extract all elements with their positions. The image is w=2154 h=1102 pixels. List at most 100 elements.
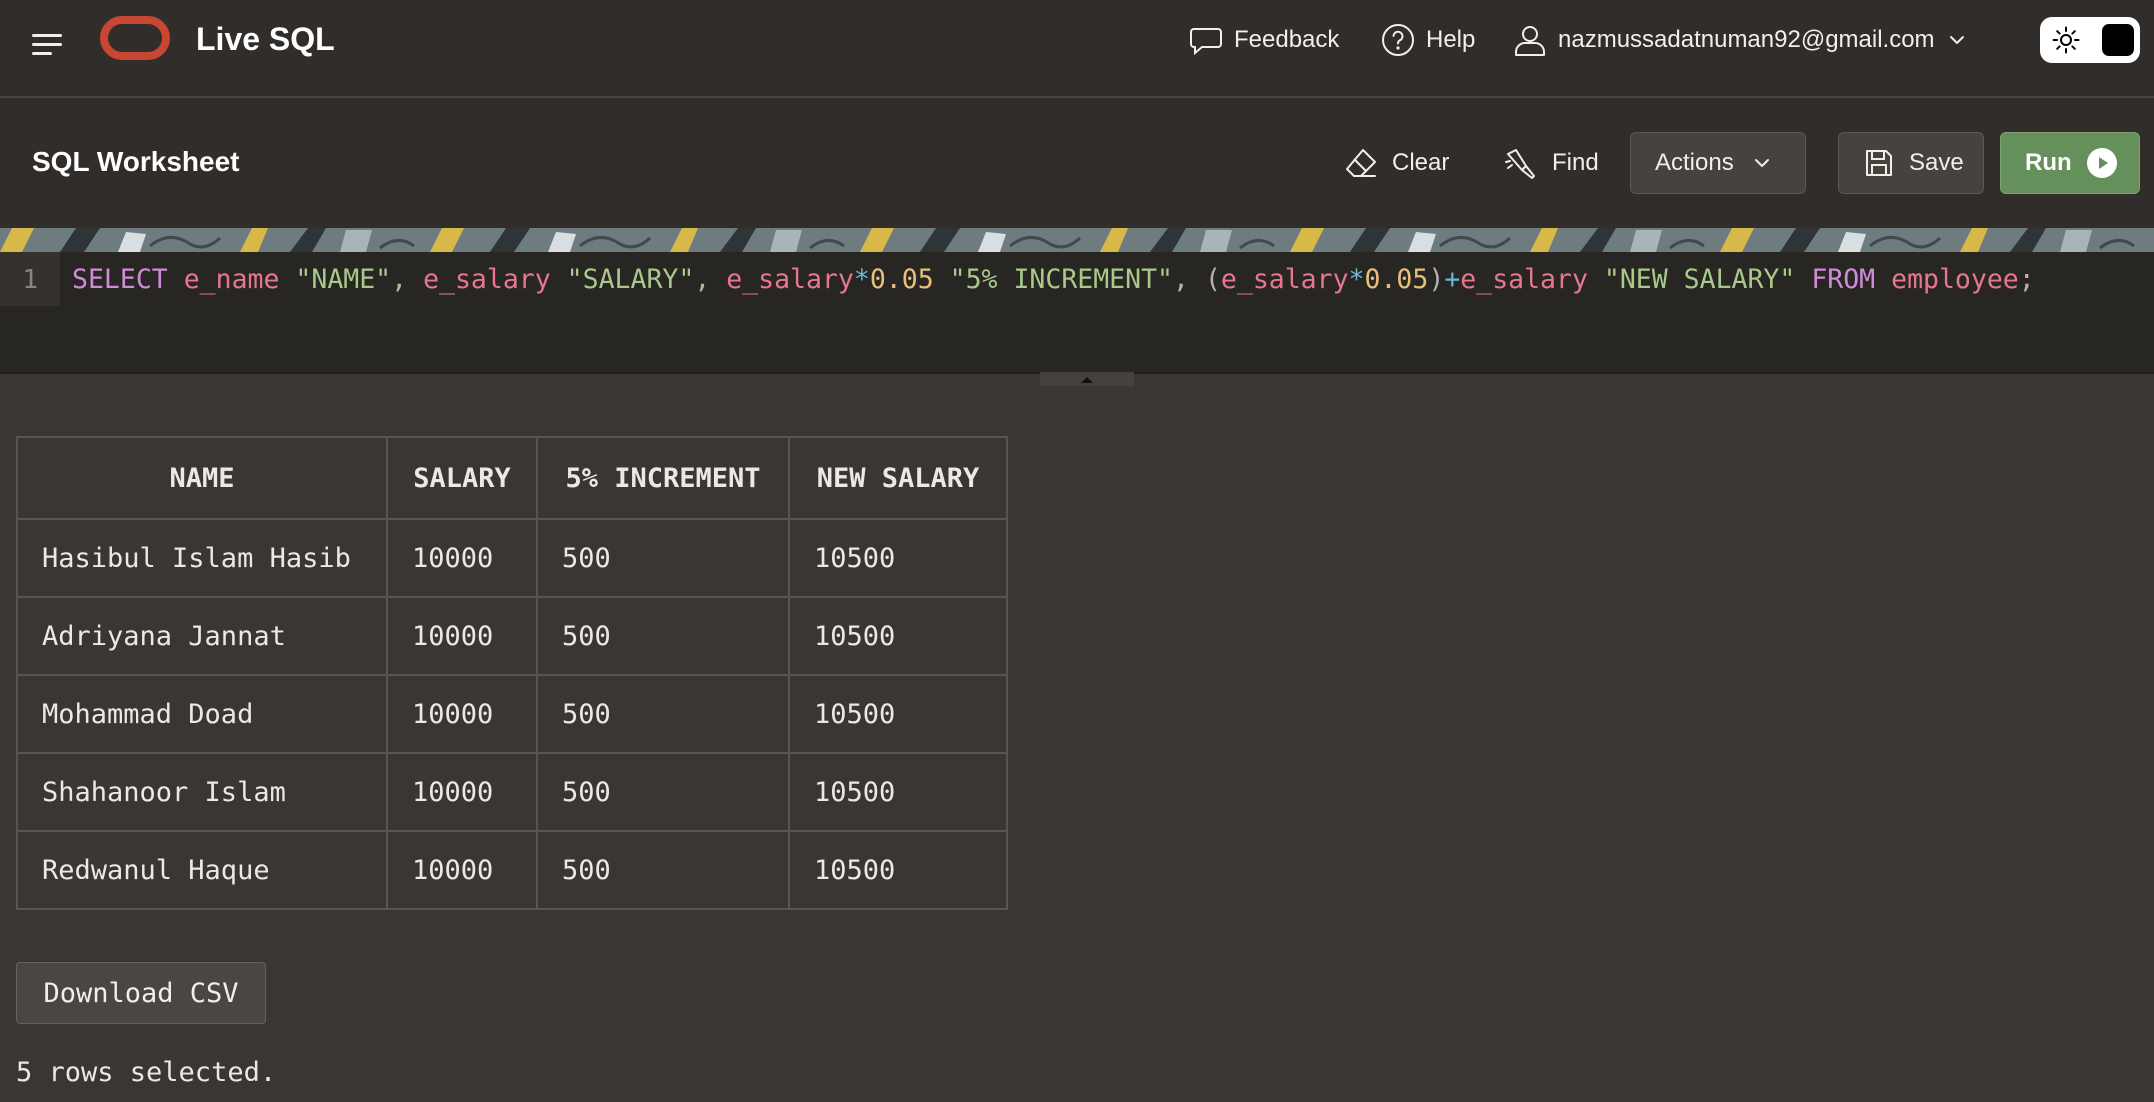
cell-name: Adriyana Jannat (16, 596, 388, 676)
cell-name: Hasibul Islam Hasib (16, 518, 388, 598)
save-label: Save (1909, 149, 1964, 176)
table-row: Redwanul Haque 10000 500 10500 (16, 830, 1008, 910)
table-row: Mohammad Doad 10000 500 10500 (16, 674, 1008, 754)
table-row: Adriyana Jannat 10000 500 10500 (16, 596, 1008, 676)
sql-token: "5% INCREMENT" (949, 264, 1174, 295)
sql-token: e_name (183, 264, 280, 295)
sql-code-line[interactable]: SELECT e_name "NAME", e_salary "SALARY",… (72, 260, 2035, 300)
feedback-link[interactable]: Feedback (1188, 18, 1339, 62)
sql-token: * (1348, 264, 1365, 295)
hamburger-menu-icon[interactable] (28, 24, 68, 64)
sql-token: , (694, 264, 727, 295)
sql-token: * (853, 264, 870, 295)
sql-token: 0.05 (1364, 264, 1429, 295)
column-header-new-salary[interactable]: NEW SALARY (788, 436, 1008, 520)
chat-bubble-icon (1190, 28, 1222, 56)
oracle-logo[interactable] (100, 16, 170, 60)
actions-label: Actions (1655, 149, 1734, 176)
clear-button[interactable]: Clear (1344, 133, 1449, 193)
cell-new-salary: 10500 (788, 752, 1008, 832)
chevron-down-icon (1949, 36, 1964, 44)
run-label: Run (2025, 149, 2072, 176)
user-icon (1515, 26, 1545, 56)
feedback-label: Feedback (1234, 26, 1340, 53)
actions-menu-button[interactable]: Actions (1630, 132, 1806, 194)
line-number: 1 (22, 265, 38, 295)
sql-editor[interactable]: 1 SELECT e_name "NAME", e_salary "SALARY… (0, 252, 2154, 374)
worksheet-toolbar: SQL Worksheet Clear Find Actions Save Ru… (0, 98, 2154, 228)
cell-increment: 500 (536, 674, 790, 754)
results-table: NAME SALARY 5% INCREMENT NEW SALARY Hasi… (16, 436, 1008, 910)
sql-token: "NEW SALARY" (1603, 264, 1796, 295)
cell-increment: 500 (536, 830, 790, 910)
sql-token: FROM (1811, 264, 1876, 295)
sql-token: ) (1428, 264, 1445, 295)
sql-token: employee (1891, 264, 2019, 295)
column-header-increment[interactable]: 5% INCREMENT (536, 436, 790, 520)
sql-token: ( (1204, 264, 1221, 295)
cell-name: Shahanoor Islam (16, 752, 388, 832)
sql-token: e_salary (1460, 264, 1588, 295)
column-header-name[interactable]: NAME (16, 436, 388, 520)
help-label: Help (1426, 26, 1476, 53)
cell-salary: 10000 (386, 752, 538, 832)
play-icon (2086, 148, 2117, 178)
panel-resize-handle[interactable] (1040, 372, 1134, 386)
cell-increment: 500 (536, 518, 790, 598)
sql-token: , (391, 264, 424, 295)
dark-mode-knob (2102, 24, 2134, 56)
cell-new-salary: 10500 (788, 518, 1008, 598)
clear-label: Clear (1392, 149, 1450, 176)
theme-toggle[interactable] (2040, 17, 2140, 63)
column-header-salary[interactable]: SALARY (386, 436, 538, 520)
chevron-down-icon (1754, 159, 1769, 167)
cell-new-salary: 10500 (788, 674, 1008, 754)
user-email: nazmussadatnuman92@gmail.com (1558, 26, 1935, 53)
cell-name: Redwanul Haque (16, 830, 388, 910)
sql-token: 0.05 (869, 264, 934, 295)
sql-token: e_salary (423, 264, 551, 295)
save-button[interactable]: Save (1838, 132, 1984, 194)
sql-token: + (1444, 264, 1461, 295)
sql-token: ; (2018, 264, 2035, 295)
cell-salary: 10000 (386, 518, 538, 598)
cell-name: Mohammad Doad (16, 674, 388, 754)
worksheet-title: SQL Worksheet (32, 146, 240, 177)
download-csv-button[interactable]: Download CSV (16, 962, 266, 1024)
line-gutter: 1 (0, 252, 60, 306)
cell-increment: 500 (536, 596, 790, 676)
cell-new-salary: 10500 (788, 830, 1008, 910)
run-button[interactable]: Run (2000, 132, 2140, 194)
help-link[interactable]: Help (1380, 18, 1475, 62)
help-icon (1382, 24, 1414, 56)
sql-token: e_salary (726, 264, 854, 295)
flashlight-icon (1505, 149, 1535, 179)
decorative-banner (0, 228, 2154, 252)
user-account-menu[interactable]: nazmussadatnuman92@gmail.com (1512, 18, 1967, 62)
sql-token: SELECT (72, 264, 168, 295)
table-row: Shahanoor Islam 10000 500 10500 (16, 752, 1008, 832)
eraser-icon (1346, 149, 1376, 177)
cell-salary: 10000 (386, 596, 538, 676)
sql-token: "SALARY" (566, 264, 695, 295)
table-row: Hasibul Islam Hasib 10000 500 10500 (16, 518, 1008, 598)
cell-increment: 500 (536, 752, 790, 832)
cell-new-salary: 10500 (788, 596, 1008, 676)
sql-token: "NAME" (295, 264, 392, 295)
sql-token: , (1173, 264, 1205, 295)
sql-token: e_salary (1220, 264, 1349, 295)
cell-salary: 10000 (386, 830, 538, 910)
save-icon (1866, 150, 1892, 176)
find-button[interactable]: Find (1504, 133, 1599, 193)
caret-up-icon (1081, 377, 1093, 383)
app-title: Live SQL (196, 21, 335, 57)
sun-icon (2052, 26, 2080, 54)
cell-salary: 10000 (386, 674, 538, 754)
